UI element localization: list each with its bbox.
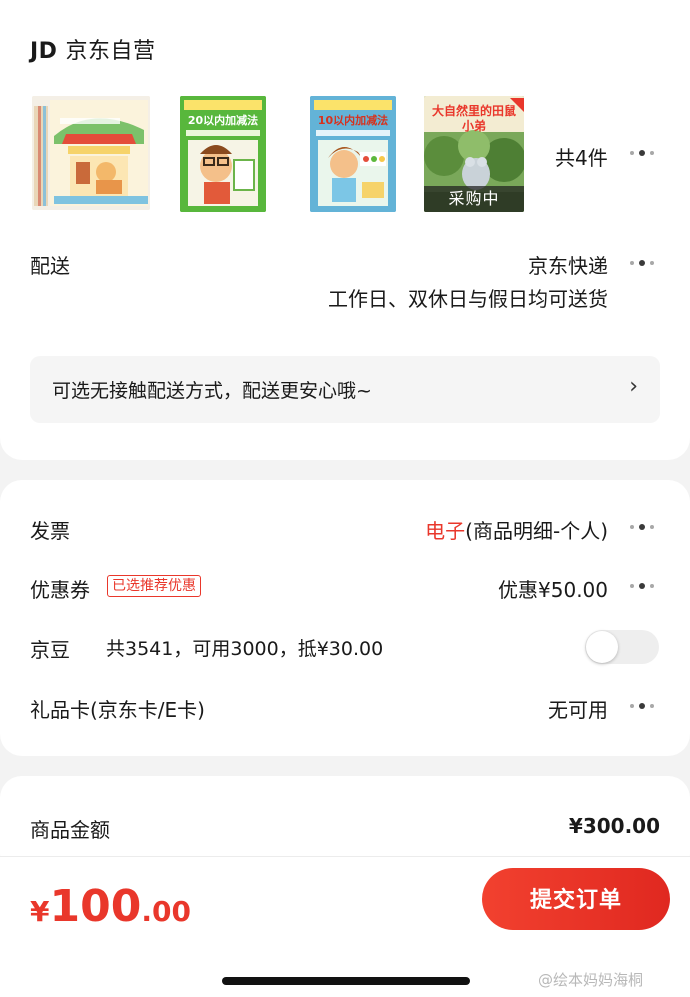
shop-name: 京东自营 [65, 39, 156, 64]
submit-order-button[interactable]: 提交订单 [482, 868, 670, 930]
total-price: ¥100.00 [30, 881, 191, 932]
jingdou-label: 京豆 [30, 638, 70, 662]
more-dots-icon[interactable] [630, 579, 654, 593]
invoice-value[interactable]: 电子(商品明细-个人) [425, 515, 608, 544]
invoice-type-detail: (商品明细-个人) [465, 519, 608, 543]
more-dots-icon[interactable] [630, 146, 654, 160]
product-count[interactable]: 共4件 [555, 142, 608, 171]
jd-logo: JD [30, 39, 58, 64]
gift-card-value[interactable]: 无可用 [548, 694, 608, 723]
jingdou-detail: 共3541，可用3000，抵¥30.00 [106, 638, 384, 660]
invoice-type-highlight: 电子 [425, 519, 466, 543]
delivery-schedule: 工作日、双休日与假日均可送货 [328, 287, 608, 311]
watermark: @绘本妈妈海桐 [538, 971, 644, 989]
purchasing-status-tag: 采购中 [424, 186, 524, 212]
checkout-bar: ¥100.00 提交订单 @绘本妈妈海桐 [0, 856, 690, 997]
coupon-recommended-badge: 已选推荐优惠 [107, 575, 201, 597]
amount-value: ¥300.00 [568, 814, 660, 838]
shop-header[interactable]: JD 京东自营 [30, 33, 155, 65]
jingdou-toggle[interactable] [585, 630, 659, 664]
book-title: 10以内加减法 [317, 114, 389, 127]
coupon-badge-text: 已选推荐优惠 [107, 575, 201, 597]
invoice-label: 发票 [30, 519, 70, 543]
more-dots-icon[interactable] [630, 520, 654, 534]
home-indicator[interactable] [222, 977, 470, 985]
amount-label: 商品金额 [30, 818, 110, 842]
total-price-decimal: .00 [141, 895, 191, 928]
gift-card-label: 礼品卡(京东卡/E卡) [30, 698, 205, 722]
book-title: 大自然里的田鼠小弟 [431, 104, 516, 133]
delivery-label: 配送 [30, 254, 70, 278]
toggle-knob [586, 631, 618, 663]
book-title: 20以内加减法 [187, 114, 259, 127]
chevron-right-icon: › [629, 374, 638, 399]
product-thumbnail-2[interactable]: 20以内加减法 [180, 96, 266, 212]
total-price-integer: 100 [49, 881, 142, 932]
delivery-carrier[interactable]: 京东快递 [528, 250, 608, 279]
currency-symbol: ¥ [30, 895, 50, 928]
product-thumbnail-4[interactable]: 大自然里的田鼠小弟 采购中 [424, 96, 524, 212]
coupon-label: 优惠券 [30, 578, 90, 602]
product-thumbnail-1[interactable] [32, 96, 150, 210]
product-thumbnail-3[interactable]: 10以内加减法 [310, 96, 396, 212]
more-dots-icon[interactable] [630, 256, 654, 270]
contactless-tip-text: 可选无接触配送方式，配送更安心哦~ [52, 380, 372, 402]
more-dots-icon[interactable] [630, 699, 654, 713]
contactless-delivery-tip[interactable]: 可选无接触配送方式，配送更安心哦~ › [30, 356, 660, 423]
story-book-box-set-illustration [32, 96, 150, 210]
coupon-value[interactable]: 优惠¥50.00 [498, 574, 608, 603]
